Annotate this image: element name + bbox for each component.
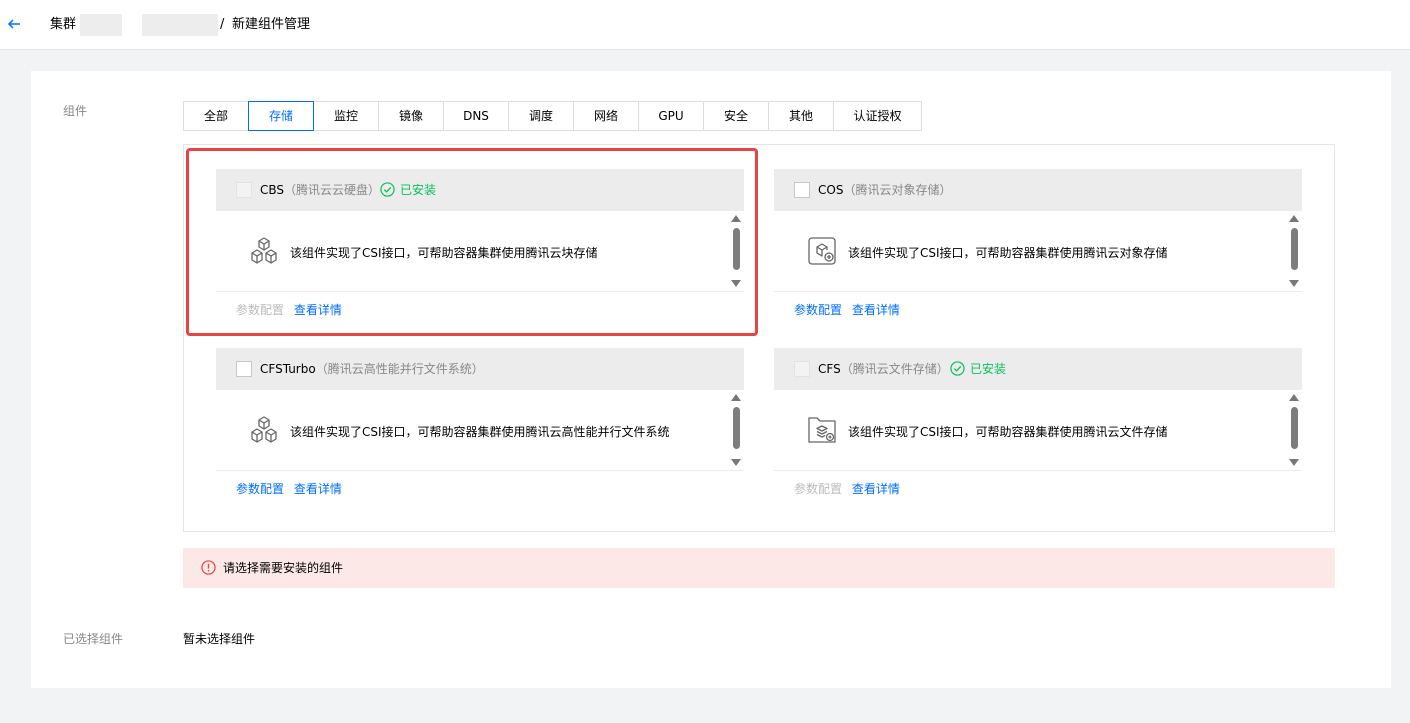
card-subtitle: （腾讯云对象存储） (843, 183, 952, 197)
card-footer: 参数配置 查看详情 (236, 292, 348, 329)
scroll-up-arrow[interactable] (1289, 394, 1299, 401)
cfsturbo-checkbox[interactable] (236, 361, 252, 377)
card-description: 该组件实现了CSI接口，可帮助容器集群使用腾讯云对象存储 (848, 246, 1168, 260)
cos-checkbox[interactable] (794, 182, 810, 198)
component-card-cfs: CFS（腾讯云文件存储） 已安装 该组件实现了CSI接口，可帮助容器集群使用腾讯… (774, 348, 1302, 508)
page-title: 新建组件管理 (232, 17, 311, 32)
view-details-link[interactable]: 查看详情 (852, 303, 900, 317)
breadcrumb-parent[interactable]: 集群 (50, 0, 76, 50)
component-grid: CBS（腾讯云云硬盘） 已安装 该组件实现了CSI接口，可帮助容器集群使用腾讯云… (183, 144, 1335, 532)
card-subtitle: （腾讯云高性能并行文件系统） (315, 362, 484, 376)
scroll-up-arrow[interactable] (731, 394, 741, 401)
scroll-down-arrow[interactable] (731, 459, 741, 466)
check-circle-icon (380, 182, 395, 197)
top-bar: 集群 / 新建组件管理 (0, 0, 1410, 50)
tab-all[interactable]: 全部 (183, 101, 249, 131)
cube-outline-icon (251, 416, 277, 443)
card-header: CFS（腾讯云文件存储） 已安装 (774, 348, 1302, 390)
tab-security[interactable]: 安全 (703, 101, 769, 131)
card-footer: 参数配置 查看详情 (794, 292, 906, 329)
tab-gpu[interactable]: GPU (638, 101, 704, 131)
redacted-cluster-id (142, 14, 218, 36)
param-config-link[interactable]: 参数配置 (794, 303, 842, 317)
error-circle-icon (201, 560, 216, 575)
tab-other[interactable]: 其他 (768, 101, 834, 131)
error-alert: 请选择需要安装的组件 (183, 548, 1335, 588)
components-label: 组件 (63, 104, 88, 118)
redacted-cluster-name (80, 14, 122, 36)
card-body: 该组件实现了CSI接口，可帮助容器集群使用腾讯云对象存储 (774, 211, 1302, 292)
scroll-up-arrow[interactable] (1289, 215, 1299, 222)
scroll-down-arrow[interactable] (1289, 280, 1299, 287)
view-details-link[interactable]: 查看详情 (852, 482, 900, 496)
cube-outline-icon (251, 237, 277, 264)
alert-message: 请选择需要安装的组件 (223, 561, 344, 575)
card-body: 该组件实现了CSI接口，可帮助容器集群使用腾讯云文件存储 (774, 390, 1302, 471)
scrollbar-thumb[interactable] (733, 407, 740, 449)
scrollbar-thumb[interactable] (1291, 228, 1298, 270)
card-name: COS (818, 183, 844, 197)
tab-scheduling[interactable]: 调度 (508, 101, 574, 131)
tab-dns[interactable]: DNS (443, 101, 509, 131)
tab-auth[interactable]: 认证授权 (833, 101, 922, 131)
tab-network[interactable]: 网络 (573, 101, 639, 131)
card-footer: 参数配置 查看详情 (236, 471, 348, 508)
param-config-link[interactable]: 参数配置 (236, 482, 284, 496)
cfs-checkbox (794, 361, 810, 377)
card-subtitle: （腾讯云云硬盘） (284, 183, 381, 197)
installed-badge: 已安装 (950, 348, 1006, 390)
param-config-link: 参数配置 (794, 482, 843, 496)
card-body: 该组件实现了CSI接口，可帮助容器集群使用腾讯云高性能并行文件系统 (216, 390, 744, 471)
back-arrow-icon[interactable] (6, 16, 22, 32)
breadcrumb-separator: / (220, 17, 225, 32)
category-tabs: 全部 存储 监控 镜像 DNS 调度 网络 GPU 安全 其他 认证授权 (183, 101, 922, 131)
tab-image[interactable]: 镜像 (378, 101, 444, 131)
file-storage-icon (808, 417, 836, 443)
card-subtitle: （腾讯云文件存储） (840, 362, 949, 376)
cbs-checkbox (236, 182, 252, 198)
scroll-down-arrow[interactable] (731, 280, 741, 287)
card-name: CFSTurbo (260, 362, 316, 376)
card-name: CFS (818, 362, 841, 376)
check-circle-icon (950, 361, 965, 376)
card-name: CBS (260, 183, 285, 197)
view-details-link[interactable]: 查看详情 (294, 303, 342, 317)
object-storage-icon (808, 237, 836, 265)
card-header: CFSTurbo（腾讯云高性能并行文件系统） (216, 348, 744, 390)
component-card-cos: COS（腾讯云对象存储） 该组件实现了CSI接口，可帮助容器集群使用腾讯云对象存… (774, 169, 1302, 329)
param-config-link: 参数配置 (236, 303, 285, 317)
view-details-link[interactable]: 查看详情 (294, 482, 342, 496)
scrollbar-thumb[interactable] (733, 228, 740, 270)
selected-components-label: 已选择组件 (63, 632, 124, 646)
card-body: 该组件实现了CSI接口，可帮助容器集群使用腾讯云块存储 (216, 211, 744, 292)
tab-monitoring[interactable]: 监控 (313, 101, 379, 131)
card-description: 该组件实现了CSI接口，可帮助容器集群使用腾讯云块存储 (290, 246, 598, 260)
card-description: 该组件实现了CSI接口，可帮助容器集群使用腾讯云文件存储 (848, 425, 1168, 439)
scroll-down-arrow[interactable] (1289, 459, 1299, 466)
component-card-cfsturbo: CFSTurbo（腾讯云高性能并行文件系统） 该组件实现了CSI接口，可帮助容器… (216, 348, 744, 508)
tab-storage[interactable]: 存储 (248, 101, 314, 131)
component-card-cbs: CBS（腾讯云云硬盘） 已安装 该组件实现了CSI接口，可帮助容器集群使用腾讯云… (216, 169, 744, 329)
selected-components-value: 暂未选择组件 (183, 632, 256, 646)
installed-badge: 已安装 (380, 169, 436, 211)
scrollbar-thumb[interactable] (1291, 407, 1298, 449)
scroll-up-arrow[interactable] (731, 215, 741, 222)
card-header: COS（腾讯云对象存储） (774, 169, 1302, 211)
card-description: 该组件实现了CSI接口，可帮助容器集群使用腾讯云高性能并行文件系统 (290, 425, 670, 439)
card-footer: 参数配置 查看详情 (794, 471, 906, 508)
card-header: CBS（腾讯云云硬盘） 已安装 (216, 169, 744, 211)
